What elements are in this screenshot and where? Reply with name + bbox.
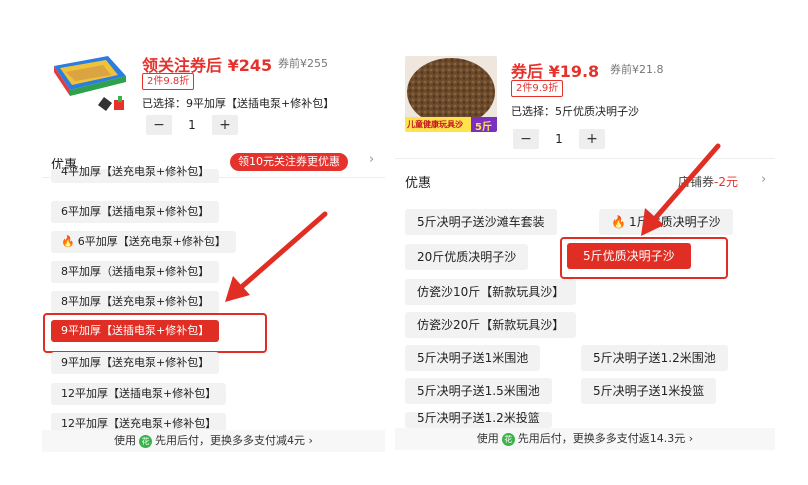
price: 券后 ¥19.8 [511,62,600,81]
sku-option-label: 1斤优质决明子沙 [628,215,721,229]
pay-later-icon: 花 [139,434,153,448]
discount-badge: 2件9.8折 [142,73,195,90]
pay-later-text: 先用后付，更换多多支付返14.3元 [517,432,686,445]
pay-later-prefix: 使用 [114,434,137,447]
selected-label: 已选择： [511,105,555,118]
selected-label: 已选择： [142,97,186,110]
plus-button[interactable]: + [579,129,605,149]
minus-button[interactable]: − [146,115,172,135]
sku-option-selected[interactable]: 9平加厚【送插电泵+修补包】 [51,320,220,342]
pay-later-icon: 花 [501,432,515,446]
product-thumbnail: 儿童健康玩具沙 5斤 [405,56,497,132]
flame-icon: 🔥 [611,215,626,229]
right-sku-panel: 儿童健康玩具沙 5斤 券后 ¥19.8 券前¥21.8 2件9.9折 已选择：5… [395,42,775,452]
sku-option[interactable]: 5斤决明子送沙滩车套装 [405,209,557,235]
selected-value: 9平加厚【送插电泵+修补包】 [186,97,335,110]
pay-later-bar[interactable]: 使用花先用后付，更换多多支付减4元 › [42,430,385,452]
sku-option[interactable]: 仿瓷沙10斤【新款玩具沙】 [405,279,577,305]
product-weight: 5斤 [475,122,492,132]
original-price: 券前¥255 [278,57,328,70]
sku-option[interactable]: 8平加厚【送充电泵+修补包】 [51,291,220,313]
quantity-stepper: − 1 + [146,114,238,136]
chevron-right-icon[interactable]: › [369,152,374,167]
sku-option[interactable]: 仿瓷沙20斤【新款玩具沙】 [405,312,577,338]
quantity-value[interactable]: 1 [172,118,212,132]
quantity-stepper: − 1 + [513,128,605,150]
sku-option[interactable]: 20斤优质决明子沙 [405,244,529,270]
sku-option[interactable]: 12平加厚【送插电泵+修补包】 [51,383,227,405]
sku-option[interactable]: 5斤决明子送1米围池 [405,345,541,371]
selected-spec: 已选择：5斤优质决明子沙 [511,103,639,119]
chevron-right-icon: › [688,432,694,445]
sku-option-label: 6平加厚【送充电泵+修补包】 [77,235,226,248]
sku-option[interactable]: 9平加厚【送充电泵+修补包】 [51,352,220,374]
sku-option[interactable]: 6平加厚【送插电泵+修补包】 [51,201,220,223]
store-coupon-amount: -2元 [714,175,738,189]
store-coupon[interactable]: 店铺券-2元 [678,173,738,190]
sku-option[interactable]: 🔥 1斤优质决明子沙 [599,209,733,235]
pay-later-bar[interactable]: 使用花先用后付，更换多多支付返14.3元 › [395,428,775,450]
quantity-value[interactable]: 1 [539,132,579,146]
store-coupon-label: 店铺券 [678,175,715,189]
sku-option[interactable]: 5斤决明子送1.2米围池 [581,345,728,371]
pay-later-text: 先用后付，更换多多支付减4元 [155,434,306,447]
sku-option[interactable]: 4平加厚【送充电泵+修补包】 [51,166,220,183]
sku-option-selected[interactable]: 5斤优质决明子沙 [567,243,691,269]
discount-section-title: 优惠 [405,176,432,191]
discount-badge: 2件9.9折 [511,80,564,97]
product-thumbnail [48,50,130,122]
product-banner: 儿童健康玩具沙 [407,120,463,129]
minus-button[interactable]: − [513,129,539,149]
sku-option[interactable]: 5斤决明子送1米投篮 [581,378,717,404]
plus-button[interactable]: + [212,115,238,135]
left-sku-panel: 领关注券后 ¥245 券前¥255 2件9.8折 已选择：9平加厚【送插电泵+修… [42,42,385,452]
selected-spec: 已选择：9平加厚【送插电泵+修补包】 [142,95,334,111]
selected-value: 5斤优质决明子沙 [555,105,639,118]
sku-option[interactable]: 🔥 6平加厚【送充电泵+修补包】 [51,231,236,253]
chevron-right-icon[interactable]: › [761,172,766,187]
sku-option[interactable]: 5斤决明子送1.2米投篮 [405,412,552,428]
pay-later-prefix: 使用 [476,432,499,445]
chevron-right-icon: › [308,434,313,447]
original-price: 券前¥21.8 [610,63,664,76]
sku-option[interactable]: 8平加厚（送插电泵+修补包】 [51,261,220,283]
follow-coupon-pill[interactable]: 领10元关注券更优惠 [230,153,348,171]
sku-option[interactable]: 5斤决明子送1.5米围池 [405,378,552,404]
flame-icon: 🔥 [61,235,75,248]
section-divider [395,158,775,159]
